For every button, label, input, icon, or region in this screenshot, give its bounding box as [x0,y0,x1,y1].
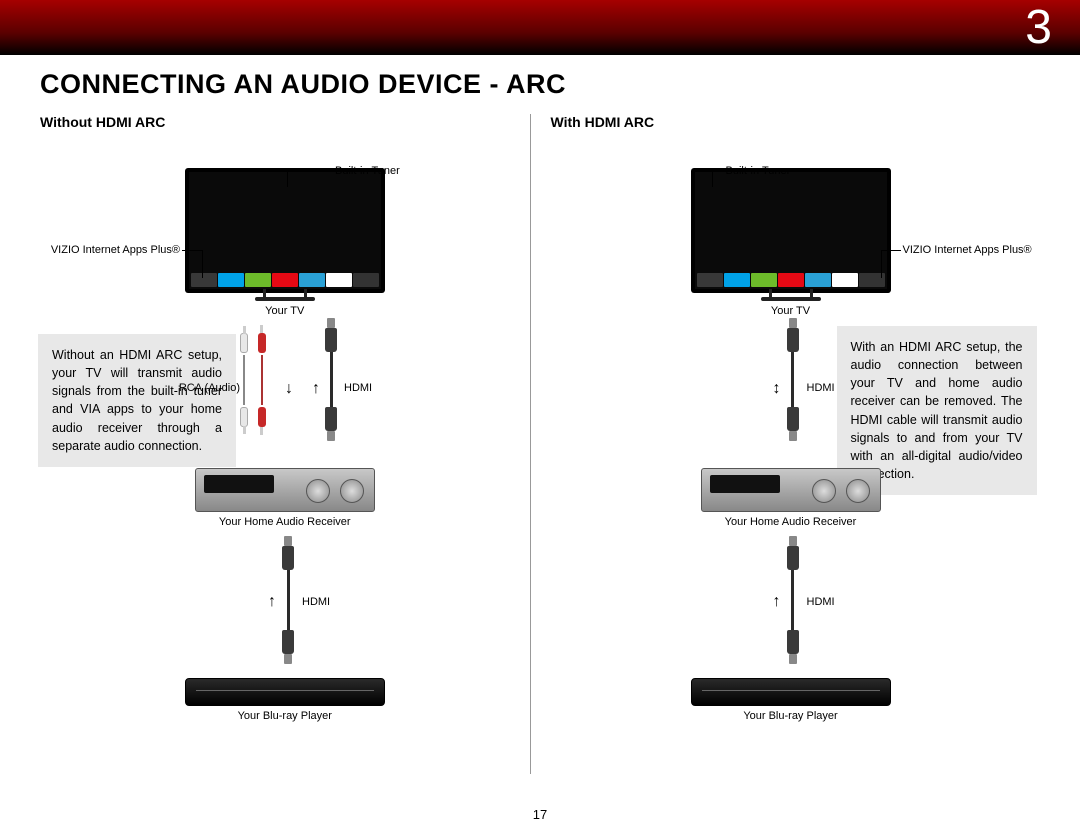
tv-caption: Your TV [185,305,385,317]
apps-label: VIZIO Internet Apps Plus® [903,244,1032,256]
audio-receiver-icon [701,468,881,512]
chapter-number: 3 [1025,0,1052,55]
apps-label: VIZIO Internet Apps Plus® [40,244,180,256]
callout-line [182,250,202,251]
subheading-right: With HDMI ARC [551,114,1041,130]
column-with-arc: With HDMI ARC Your TV Built-in Tuner [531,104,1041,784]
subheading-left: Without HDMI ARC [40,114,530,130]
hdmi-label-bottom: HDMI [807,596,835,608]
arrow-up-icon: ↑ [773,593,781,611]
tuner-label: Built-in Tuner [726,165,791,177]
page-title: CONNECTING AN AUDIO DEVICE - ARC [40,69,1080,100]
bluray-caption: Your Blu-ray Player [185,710,385,722]
hdmi-cable-top-icon [787,328,799,431]
receiver-caption: Your Home Audio Receiver [195,516,375,528]
two-column-layout: Without HDMI ARC Your TV Built-in Tuner [0,104,1080,784]
hdmi-label-top: HDMI [807,382,835,394]
arrow-down-icon: ↓ [285,380,293,398]
receiver-illustration: Your Home Audio Receiver [701,468,881,528]
arrow-up-icon: ↑ [268,593,276,611]
callout-line [881,250,882,278]
diagram-without-arc: Your TV Built-in Tuner VIZIO Internet Ap… [40,138,530,778]
callout-line [881,250,901,251]
arrow-updown-icon: ↕ [773,380,781,398]
bluray-illustration: Your Blu-ray Player [691,678,891,722]
callout-line [712,171,724,172]
rca-label: RCA (Audio) [179,382,240,394]
audio-receiver-icon [195,468,375,512]
tv-illustration: Your TV [691,168,891,317]
bluray-caption: Your Blu-ray Player [691,710,891,722]
page-number: 17 [0,807,1080,822]
hdmi-label-top: HDMI [344,382,372,394]
diagram-with-arc: Your TV Built-in Tuner VIZIO Internet Ap… [551,138,1041,778]
hdmi-label-bottom: HDMI [302,596,330,608]
receiver-illustration: Your Home Audio Receiver [195,468,375,528]
tv-caption: Your TV [691,305,891,317]
hdmi-cable-bottom-icon [787,546,799,654]
callout-line [287,171,288,187]
receiver-caption: Your Home Audio Receiver [701,516,881,528]
callout-line [712,171,713,187]
tv-frame-icon [691,168,891,293]
bluray-player-icon [691,678,891,706]
bluray-player-icon [185,678,385,706]
arrow-up-icon: ↑ [312,380,320,398]
rca-cable-icon [240,333,266,427]
tuner-label: Built-in Tuner [335,165,400,177]
chapter-banner: 3 [0,0,1080,55]
description-box-left: Without an HDMI ARC setup, your TV will … [38,334,236,467]
callout-line [287,171,331,172]
tv-illustration: Your TV [185,168,385,317]
bluray-illustration: Your Blu-ray Player [185,678,385,722]
callout-line [202,250,203,278]
hdmi-cable-bottom-icon [282,546,294,654]
hdmi-cable-top-icon [325,328,337,431]
tv-frame-icon [185,168,385,293]
column-without-arc: Without HDMI ARC Your TV Built-in Tuner [40,104,530,784]
